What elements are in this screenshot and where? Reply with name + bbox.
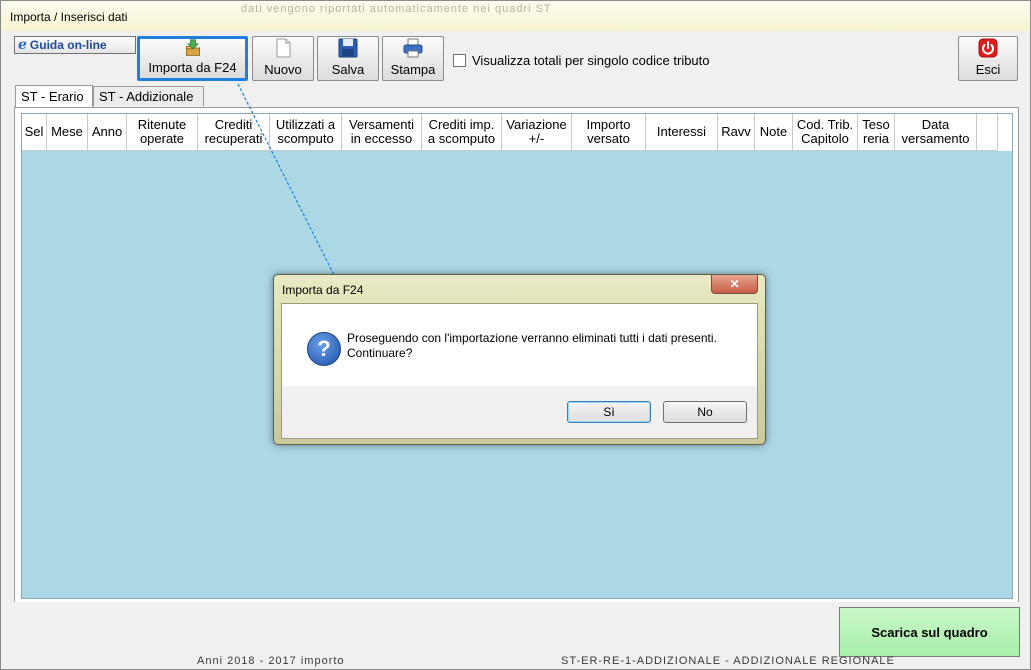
no-button[interactable]: No: [663, 401, 747, 423]
column-header-text: Crediti imp. a scomputo: [427, 117, 496, 146]
tab-st-addizionale-label: ST - Addizionale: [99, 89, 194, 104]
column-header[interactable]: Variazione +/-: [502, 114, 572, 151]
guida-online-label: Guida on-line: [29, 38, 107, 52]
totali-codice-tributo-option[interactable]: Visualizza totali per singolo codice tri…: [453, 53, 710, 68]
column-header-text: Versamenti in eccesso: [348, 117, 415, 146]
dialog-message-line2: Continuare?: [347, 346, 413, 360]
new-document-icon: [276, 38, 291, 58]
importa-f24-label: Importa da F24: [148, 60, 237, 75]
close-icon: ✕: [729, 277, 740, 291]
column-header-text: Data versamento: [901, 117, 970, 146]
column-header-text: Teso reria: [862, 117, 890, 146]
tab-st-erario[interactable]: ST - Erario: [15, 85, 93, 107]
column-header-text: Cod. Trib. Capitolo: [796, 117, 854, 146]
background-text-right: ST-ER-RE-1-ADDIZIONALE - ADDIZIONALE REG…: [561, 655, 895, 667]
column-header-text: Note: [759, 124, 788, 139]
column-header[interactable]: Note: [755, 114, 793, 151]
salva-button[interactable]: Salva: [317, 36, 379, 81]
column-header[interactable]: Ritenute operate: [127, 114, 198, 151]
column-header-spacer: [977, 114, 998, 151]
column-header[interactable]: Interessi: [646, 114, 718, 151]
column-header-text: Variazione +/-: [506, 117, 567, 146]
esci-button[interactable]: Esci: [958, 36, 1018, 81]
column-header[interactable]: Importo versato: [572, 114, 646, 151]
stampa-button[interactable]: Stampa: [382, 36, 444, 81]
importa-f24-dialog: Importa da F24 ✕ ? Proseguendo con l'imp…: [273, 274, 766, 445]
column-header[interactable]: Anno: [88, 114, 127, 151]
scarica-sul-quadro-label: Scarica sul quadro: [871, 624, 988, 640]
column-header[interactable]: Teso reria: [858, 114, 895, 151]
column-header-text: Importo versato: [586, 117, 631, 146]
column-header[interactable]: Data versamento: [895, 114, 977, 151]
dialog-close-button[interactable]: ✕: [711, 275, 758, 294]
column-header[interactable]: Crediti recuperati: [198, 114, 270, 151]
nuovo-button[interactable]: Nuovo: [252, 36, 314, 81]
floppy-disk-icon: [338, 38, 358, 58]
no-label: No: [697, 405, 713, 419]
esci-label: Esci: [975, 62, 1001, 77]
column-header-text: Utilizzati a scomputo: [275, 117, 336, 146]
dialog-message-area: ? Proseguendo con l'importazione verrann…: [282, 304, 757, 386]
background-text-left: Anni 2018 - 2017 importo: [197, 655, 345, 667]
grid-header: Sel Mese Anno Ritenute operate Crediti rec…: [22, 114, 1012, 151]
tab-st-erario-label: ST - Erario: [21, 89, 84, 104]
column-header[interactable]: Utilizzati a scomputo: [270, 114, 342, 151]
column-header[interactable]: Sel: [22, 114, 47, 151]
column-header-text: Ritenute operate: [137, 117, 187, 146]
column-header-text: Crediti recuperati: [204, 117, 263, 146]
totali-checkbox-label: Visualizza totali per singolo codice tri…: [472, 53, 710, 68]
import-folder-icon: [185, 39, 200, 56]
dialog-message-line1: Proseguendo con l'importazione verranno …: [347, 331, 717, 345]
column-header[interactable]: Crediti imp. a scomputo: [422, 114, 502, 151]
stampa-label: Stampa: [390, 62, 436, 77]
dialog-message: Proseguendo con l'importazione verranno …: [347, 331, 737, 361]
scarica-sul-quadro-button[interactable]: Scarica sul quadro: [839, 607, 1020, 657]
background-blur-text: dati vengono riportati automaticamente n…: [241, 3, 552, 15]
column-header-text: Interessi: [656, 124, 707, 139]
salva-label: Salva: [331, 62, 365, 77]
si-button[interactable]: Sì: [567, 401, 651, 423]
printer-icon: [403, 38, 423, 58]
column-header-text: Anno: [91, 124, 123, 139]
guida-online-button[interactable]: e Guida on-line: [14, 36, 136, 54]
dialog-title: Importa da F24: [282, 283, 364, 297]
nuovo-label: Nuovo: [264, 62, 302, 77]
si-label: Sì: [603, 405, 615, 419]
window-title: Importa / Inserisci dati: [10, 10, 128, 24]
column-header-text: Sel: [24, 124, 44, 139]
column-header[interactable]: Cod. Trib. Capitolo: [793, 114, 858, 151]
title-bar: Importa / Inserisci dati dati vengono ri…: [1, 1, 1030, 31]
column-header[interactable]: Versamenti in eccesso: [342, 114, 422, 151]
power-icon: [978, 38, 998, 58]
ie-e-icon: e: [18, 37, 27, 53]
column-header[interactable]: Mese: [47, 114, 88, 151]
importa-f24-button[interactable]: Importa da F24: [137, 36, 248, 81]
question-icon: ?: [307, 332, 341, 366]
column-header-text: Mese: [51, 124, 83, 139]
totali-checkbox[interactable]: [453, 54, 466, 67]
column-header[interactable]: Ravv: [718, 114, 755, 151]
tab-st-addizionale[interactable]: ST - Addizionale: [93, 86, 204, 106]
column-header-text: Ravv: [721, 124, 751, 139]
dialog-body: ? Proseguendo con l'importazione verrann…: [281, 303, 758, 439]
